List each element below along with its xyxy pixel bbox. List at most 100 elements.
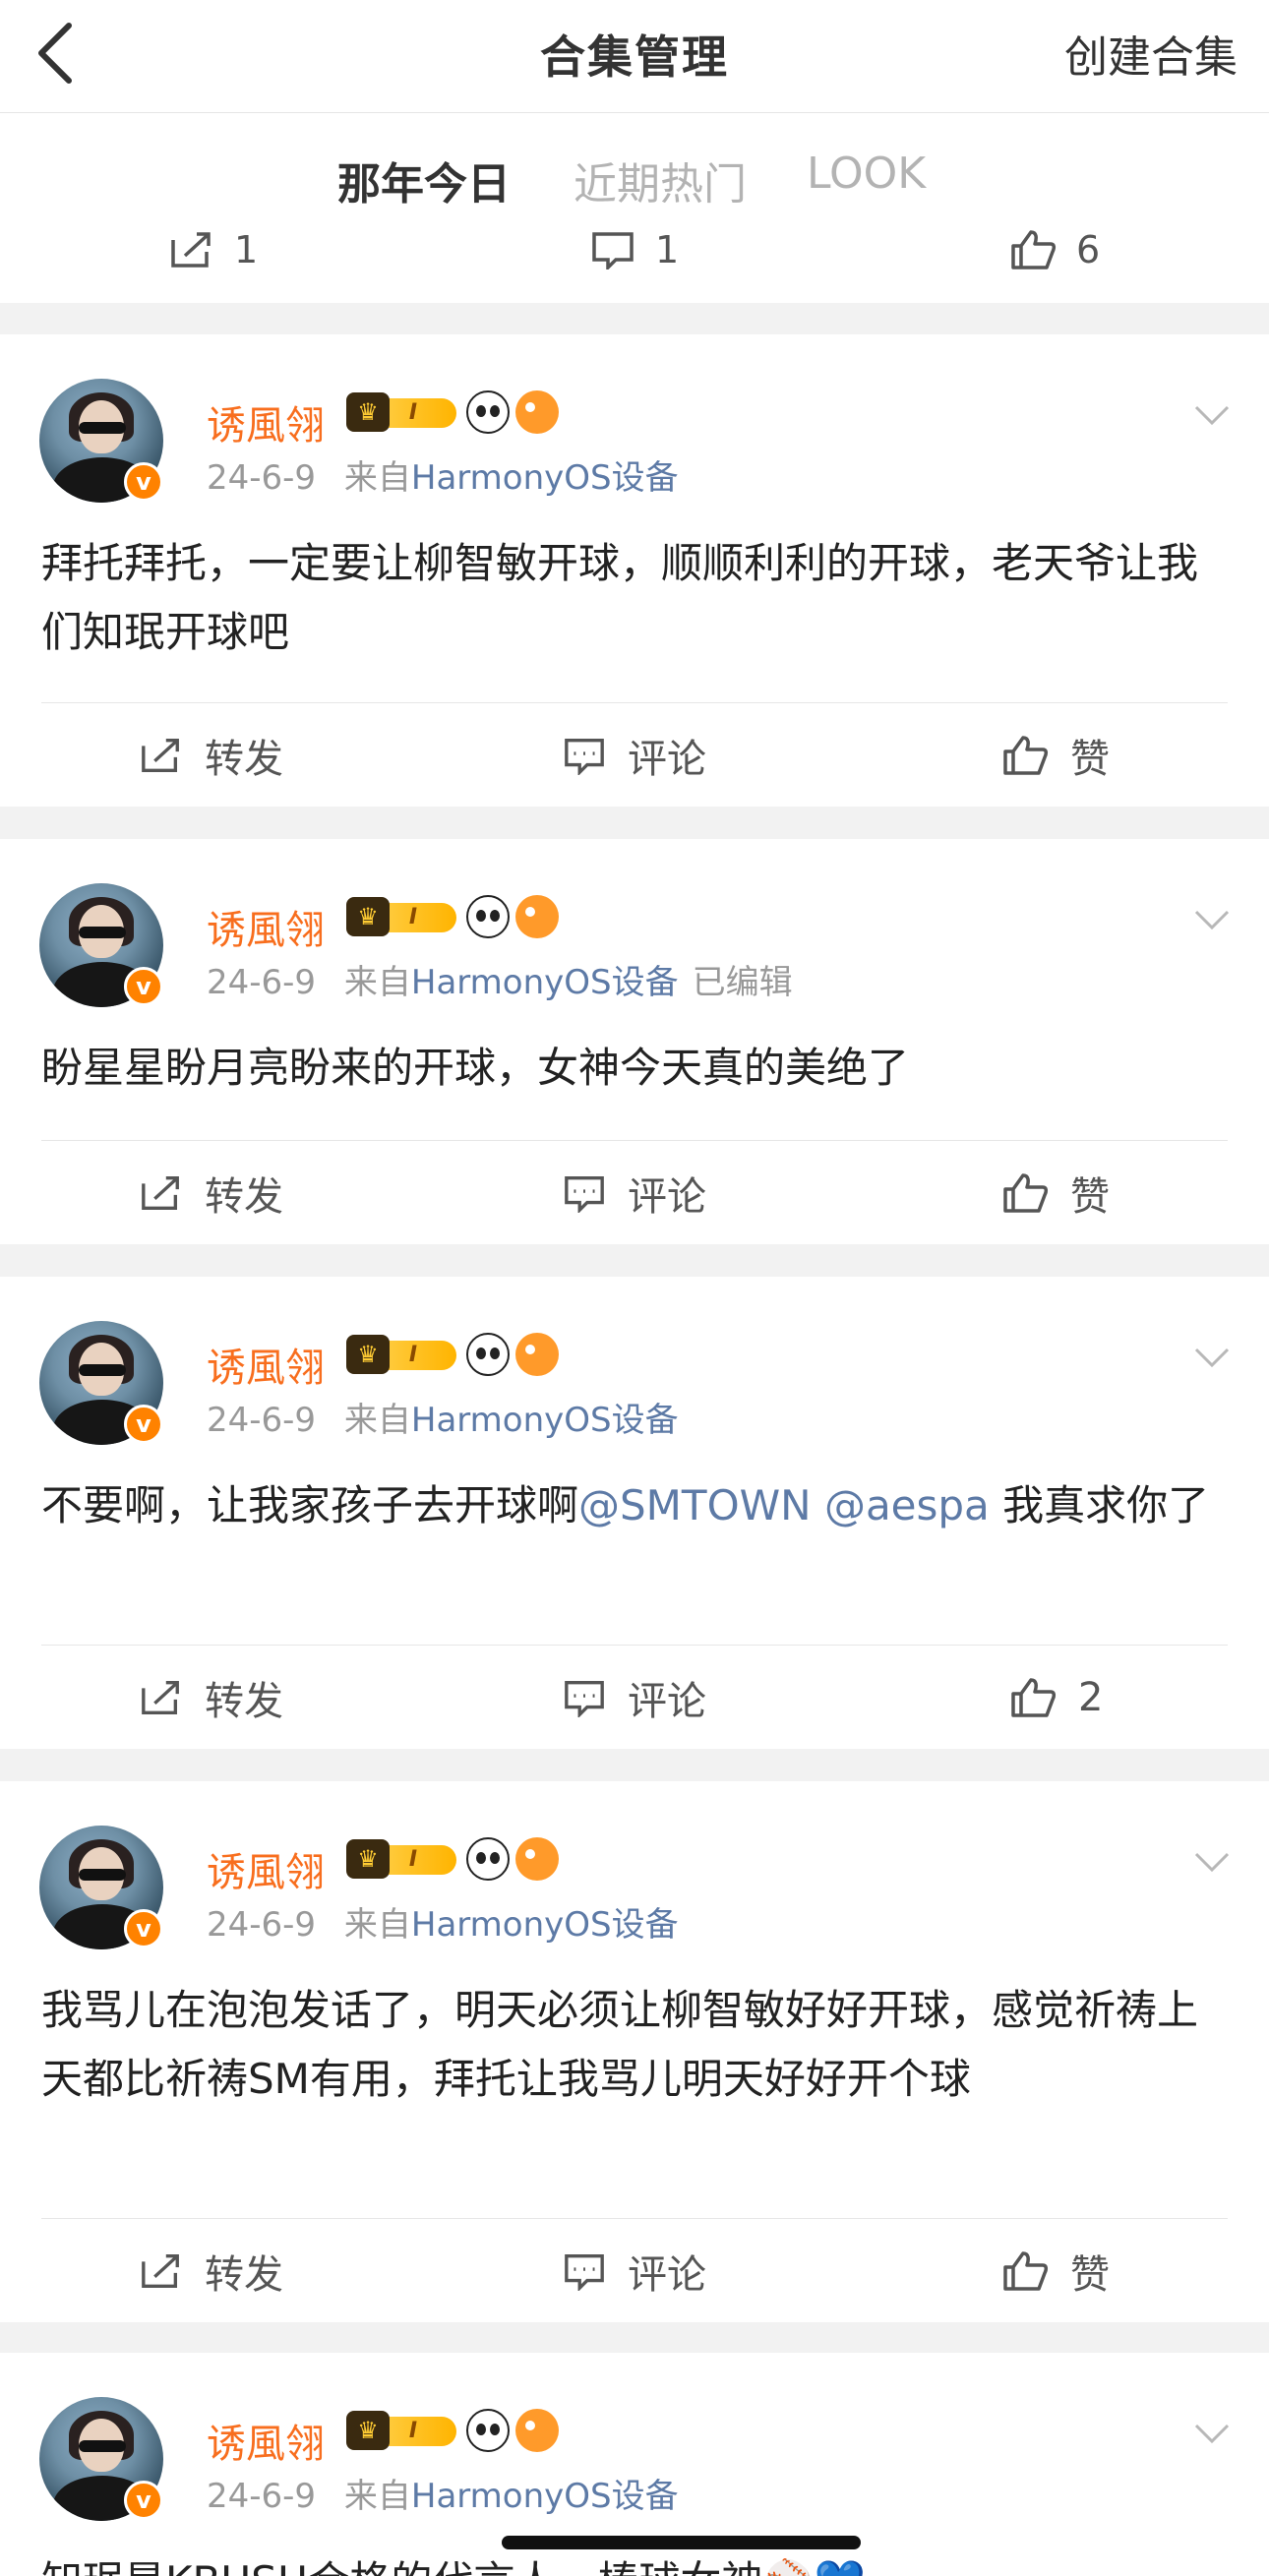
repost-icon — [142, 1176, 179, 1210]
source-prefix: 来自 — [343, 2477, 411, 2516]
post-card[interactable]: v 诱風翎 I ♛ 24-6-9 来自HarmonyOS设备 我骂儿在泡泡发话了，… — [0, 1781, 1269, 2322]
repost-count: 1 — [234, 228, 259, 271]
tab-recent-hot[interactable]: 近期热门 — [574, 149, 747, 211]
post-meta: 24-6-9 来自HarmonyOS设备 — [207, 1393, 679, 1441]
username[interactable]: 诱風翎 — [207, 2412, 325, 2469]
post-card[interactable]: v 诱風翎 I ♛ 24-6-9 来自HarmonyOS设备 拜托拜托，一定要让柳… — [0, 334, 1269, 807]
panda-badge-icon — [466, 1333, 510, 1376]
vip-crown-badge-icon: I ♛ — [346, 897, 460, 936]
repost-label: 转发 — [205, 2252, 283, 2298]
thumbs-up-icon — [1003, 2251, 1049, 2291]
edited-label: 已编辑 — [692, 963, 793, 1002]
tab-on-this-day[interactable]: 那年今日 — [337, 149, 511, 211]
vip-crown-badge-icon: I ♛ — [346, 1335, 460, 1374]
previous-post-actions: 1 1 6 — [0, 216, 1269, 303]
post-actions: 转发 评论 赞 — [41, 1140, 1228, 1245]
like-button[interactable]: 赞 — [1001, 2219, 1110, 2323]
post-source[interactable]: HarmonyOS设备 — [411, 963, 679, 1002]
repost-label: 转发 — [205, 1679, 283, 1724]
verified-badge-icon: v — [124, 1909, 163, 1948]
post-meta: 24-6-9 来自HarmonyOS设备 — [207, 2469, 679, 2517]
repost-icon — [142, 2254, 179, 2288]
post-date: 24-6-9 — [207, 1905, 317, 1945]
repost-icon — [142, 1681, 179, 1714]
content-text: 不要啊，让我家孩子去开球啊 — [41, 1481, 579, 1529]
home-indicator[interactable] — [502, 2536, 861, 2549]
comment-button[interactable]: 评论 — [563, 1141, 706, 1245]
repost-button[interactable]: 转发 — [140, 2219, 283, 2323]
like-button[interactable]: 2 — [1009, 1646, 1103, 1750]
panda-badge-icon — [466, 1837, 510, 1881]
username[interactable]: 诱風翎 — [207, 1840, 325, 1897]
repost-button[interactable]: 转发 — [140, 703, 283, 808]
thumbs-up-icon — [1011, 1678, 1057, 1717]
post-card[interactable]: v 诱風翎 I ♛ 24-6-9 来自HarmonyOS设备 不要啊，让我家孩子去… — [0, 1277, 1269, 1749]
comment-button[interactable]: 评论 — [563, 703, 706, 808]
post-actions: 转发 评论 赞 — [41, 2218, 1228, 2323]
username[interactable]: 诱風翎 — [207, 393, 325, 450]
post-content: 知珉是KBUSH合格的代言人，棒球女神⚾💙 — [41, 2547, 1228, 2576]
verified-badge-icon: v — [124, 1405, 163, 1444]
chevron-down-icon[interactable] — [1192, 2422, 1232, 2445]
post-content: 盼星星盼月亮盼来的开球，女神今天真的美绝了 — [41, 1044, 910, 1092]
post-source[interactable]: HarmonyOS设备 — [411, 458, 679, 498]
mention-link[interactable]: @aespa — [824, 1481, 990, 1529]
username[interactable]: 诱風翎 — [207, 898, 325, 955]
post-date: 24-6-9 — [207, 963, 317, 1002]
chevron-down-icon[interactable] — [1192, 403, 1232, 427]
content-text: 我真求你了 — [989, 1481, 1210, 1529]
fish-badge-icon — [515, 1333, 559, 1376]
repost-button[interactable]: 转发 — [140, 1646, 283, 1750]
repost-icon — [171, 232, 211, 268]
post-date: 24-6-9 — [207, 1401, 317, 1440]
fish-badge-icon — [515, 895, 559, 938]
post-date: 24-6-9 — [207, 458, 317, 498]
username[interactable]: 诱風翎 — [207, 1336, 325, 1393]
fish-badge-icon — [515, 390, 559, 434]
post-content: 不要啊，让我家孩子去开球啊@SMTOWN @aespa 我真求你了 — [41, 1471, 1228, 1540]
chevron-down-icon[interactable] — [1192, 1850, 1232, 1874]
thumbs-up-icon — [1003, 1173, 1049, 1213]
post-meta: 24-6-9 来自HarmonyOS设备 已编辑 — [207, 955, 793, 1003]
post-card[interactable]: v 诱風翎 I ♛ 24-6-9 来自HarmonyOS设备 已编辑 盼星星盼月亮盼… — [0, 839, 1269, 1244]
comment-icon — [565, 739, 604, 775]
panda-badge-icon — [466, 390, 510, 434]
comment-button[interactable]: 评论 — [563, 1646, 706, 1750]
like-count: 2 — [1078, 1675, 1104, 1720]
comment-icon — [565, 1176, 604, 1213]
comment-label: 评论 — [628, 1679, 706, 1724]
post-source[interactable]: HarmonyOS设备 — [411, 1905, 679, 1945]
tab-look[interactable]: LOOK — [807, 149, 926, 199]
verified-badge-icon: v — [124, 462, 163, 502]
chevron-down-icon[interactable] — [1192, 1346, 1232, 1369]
repost-label: 转发 — [205, 1174, 283, 1220]
comment-label: 评论 — [628, 2252, 706, 2298]
repost-button[interactable]: 转发 — [140, 1141, 283, 1245]
post-date: 24-6-9 — [207, 2477, 317, 2516]
comment-button[interactable]: 评论 — [563, 2219, 706, 2323]
vip-crown-badge-icon: I ♛ — [346, 392, 460, 432]
post-actions: 转发 评论 2 — [41, 1645, 1228, 1750]
content-text — [812, 1481, 824, 1529]
like-button[interactable]: 赞 — [1001, 1141, 1110, 1245]
like-button[interactable]: 6 — [1009, 228, 1100, 271]
post-source[interactable]: HarmonyOS设备 — [411, 1401, 679, 1440]
source-prefix: 来自 — [343, 963, 411, 1002]
chevron-down-icon[interactable] — [1192, 908, 1232, 931]
comment-button[interactable]: 1 — [590, 228, 679, 271]
user-badges: I ♛ — [346, 1333, 559, 1376]
verified-badge-icon: v — [124, 967, 163, 1006]
post-source[interactable]: HarmonyOS设备 — [411, 2477, 679, 2516]
user-badges: I ♛ — [346, 390, 559, 434]
mention-link[interactable]: @SMTOWN — [578, 1481, 812, 1529]
source-prefix: 来自 — [343, 1905, 411, 1945]
top-bar: 合集管理 创建合集 — [0, 0, 1269, 113]
like-label: 赞 — [1070, 737, 1110, 782]
post-actions: 转发 评论 赞 — [41, 702, 1228, 808]
like-count: 6 — [1076, 228, 1101, 271]
like-button[interactable]: 赞 — [1001, 703, 1110, 808]
post-meta: 24-6-9 来自HarmonyOS设备 — [207, 1897, 679, 1946]
repost-button[interactable]: 1 — [169, 228, 258, 271]
create-collection-button[interactable]: 创建合集 — [1064, 22, 1238, 85]
source-prefix: 来自 — [343, 458, 411, 498]
